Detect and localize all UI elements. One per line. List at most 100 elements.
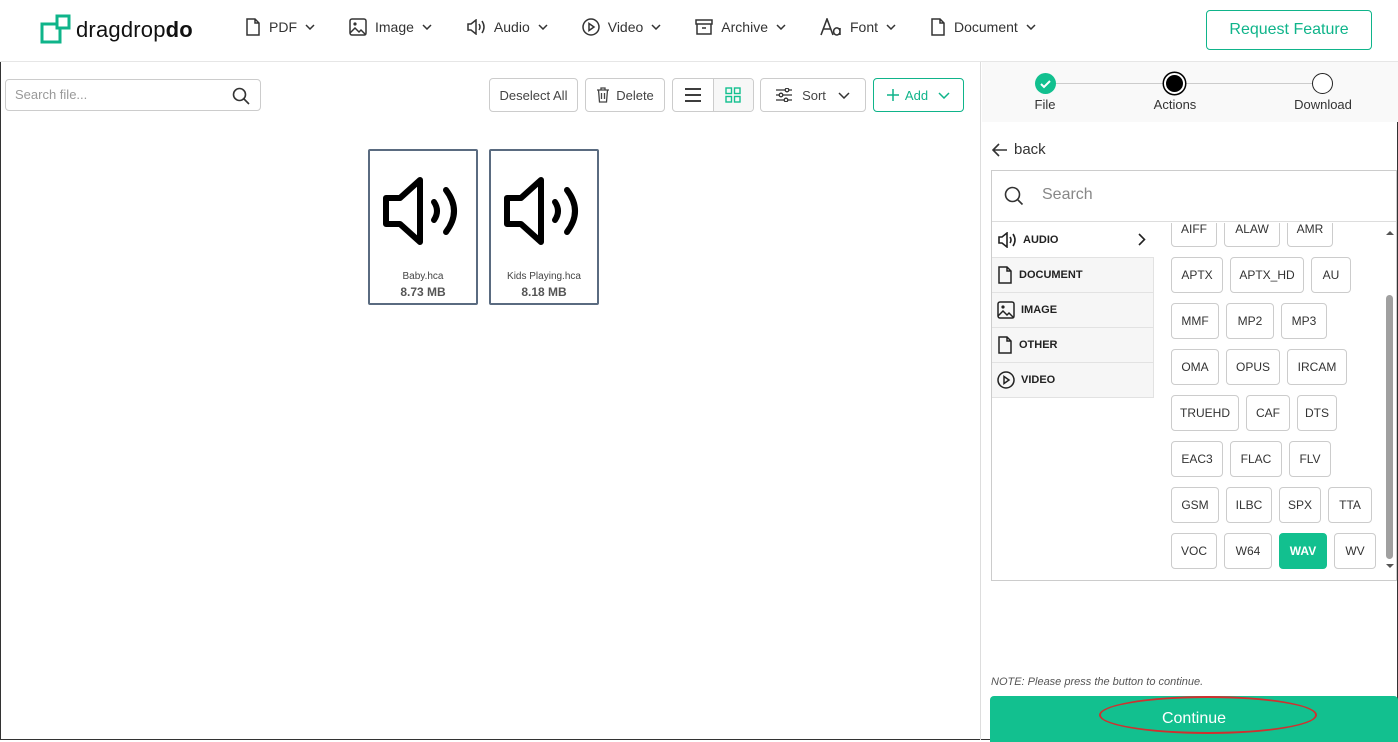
format-option-opus[interactable]: OPUS (1226, 349, 1280, 385)
audio-icon (998, 232, 1016, 248)
nav-archive-label: Archive (721, 19, 768, 35)
format-option-ircam[interactable]: IRCAM (1287, 349, 1347, 385)
category-other[interactable]: OTHER (992, 328, 1154, 363)
search-file-box (5, 79, 261, 111)
nav-document[interactable]: Document (930, 18, 1036, 36)
format-option-gsm[interactable]: GSM (1171, 487, 1219, 523)
grid-icon (725, 87, 741, 103)
nav-video[interactable]: Video (581, 18, 662, 36)
nav-audio[interactable]: Audio (466, 18, 548, 36)
conversion-panel: File Actions Download back AUDIO DOCUMEN… (982, 62, 1398, 742)
format-option-ilbc[interactable]: ILBC (1226, 487, 1272, 523)
format-option-mmf[interactable]: MMF (1171, 303, 1219, 339)
play-icon (997, 371, 1015, 389)
format-option-aiff[interactable]: AIFF (1171, 223, 1217, 247)
format-option-aptx[interactable]: APTX (1171, 257, 1223, 293)
back-label: back (1014, 141, 1046, 158)
format-picker: AUDIO DOCUMENT IMAGE OTHER VIDEO AIFF ALA… (991, 170, 1397, 581)
sort-label: Sort (802, 87, 826, 103)
request-feature-button[interactable]: Request Feature (1206, 10, 1372, 50)
scroll-up-arrow-icon[interactable] (1384, 229, 1396, 237)
search-file-input[interactable] (15, 87, 225, 102)
nav-pdf[interactable]: PDF (245, 18, 315, 36)
delete-button[interactable]: Delete (585, 78, 665, 112)
format-option-voc[interactable]: VOC (1171, 533, 1217, 569)
format-option-flv[interactable]: FLV (1289, 441, 1331, 477)
format-option-mp2[interactable]: MP2 (1226, 303, 1274, 339)
category-image[interactable]: IMAGE (992, 293, 1154, 328)
step-file-done (1035, 73, 1056, 94)
nav-font-label: Font (849, 19, 878, 35)
step-connector (1185, 83, 1313, 84)
continue-button[interactable]: Continue (990, 696, 1398, 742)
chevron-down-icon (651, 24, 661, 30)
category-label: IMAGE (1021, 304, 1058, 316)
category-document[interactable]: DOCUMENT (992, 258, 1154, 293)
format-option-wav[interactable]: WAV (1279, 533, 1327, 569)
file-size: 8.73 MB (400, 285, 446, 299)
trash-icon (597, 87, 610, 103)
category-audio[interactable]: AUDIO (992, 223, 1154, 258)
chevron-down-icon (938, 91, 950, 99)
nav-pdf-label: PDF (269, 19, 297, 35)
image-icon (997, 301, 1015, 319)
step-connector (1055, 83, 1165, 84)
format-search-input[interactable] (1042, 186, 1372, 204)
nav-image[interactable]: Image (349, 18, 432, 36)
grid-view-button[interactable] (712, 79, 753, 111)
add-button[interactable]: Add (873, 78, 964, 112)
format-option-mp3[interactable]: MP3 (1281, 303, 1327, 339)
format-option-flac[interactable]: FLAC (1230, 441, 1282, 477)
scroll-down-arrow-icon[interactable] (1384, 562, 1396, 570)
sort-button[interactable]: Sort (760, 78, 866, 112)
file-card[interactable]: Baby.hca 8.73 MB (368, 149, 478, 305)
format-option-caf[interactable]: CAF (1246, 395, 1290, 431)
chevron-down-icon (538, 24, 548, 30)
file-card[interactable]: Kids Playing.hca 8.18 MB (489, 149, 599, 305)
format-option-au[interactable]: AU (1311, 257, 1351, 293)
format-option-wv[interactable]: WV (1334, 533, 1376, 569)
arrow-left-icon (992, 142, 1007, 157)
format-option-w64[interactable]: W64 (1224, 533, 1272, 569)
category-video[interactable]: VIDEO (992, 363, 1154, 398)
list-view-button[interactable] (673, 79, 713, 111)
format-option-eac3[interactable]: EAC3 (1171, 441, 1223, 477)
format-option-truehd[interactable]: TRUEHD (1171, 395, 1239, 431)
deselect-all-button[interactable]: Deselect All (489, 78, 578, 112)
format-option-amr[interactable]: AMR (1287, 223, 1333, 247)
view-toggle (672, 78, 754, 112)
archive-icon (695, 19, 714, 35)
check-icon (1040, 80, 1051, 89)
audio-file-icon (383, 177, 457, 245)
file-icon (246, 18, 260, 36)
search-icon[interactable] (232, 87, 250, 105)
file-area: Deselect All Delete Sort Add Baby.hca 8.… (0, 62, 981, 740)
play-icon (581, 18, 600, 36)
logo[interactable]: dragdropdo (40, 14, 193, 46)
category-label: DOCUMENT (1019, 269, 1083, 281)
nav-archive[interactable]: Archive (695, 18, 786, 36)
back-link[interactable]: back (992, 141, 1046, 158)
scroll-thumb[interactable] (1386, 295, 1393, 559)
file-name: Baby.hca (402, 271, 444, 282)
format-scrollbar[interactable] (1383, 223, 1395, 580)
category-list: AUDIO DOCUMENT IMAGE OTHER VIDEO (992, 223, 1154, 398)
nav-audio-label: Audio (493, 19, 530, 35)
file-name: Kids Playing.hca (507, 271, 581, 282)
step-label-download: Download (1294, 97, 1352, 112)
audio-icon (467, 19, 485, 35)
file-size: 8.18 MB (521, 285, 567, 299)
image-icon (349, 18, 367, 36)
nav-document-label: Document (954, 19, 1018, 35)
format-option-oma[interactable]: OMA (1171, 349, 1219, 385)
format-option-aptx-hd[interactable]: APTX_HD (1230, 257, 1304, 293)
format-option-alaw[interactable]: ALAW (1224, 223, 1280, 247)
nav-font[interactable]: Font (820, 18, 896, 36)
step-download-pending (1312, 73, 1333, 94)
delete-label: Delete (616, 87, 654, 103)
format-option-spx[interactable]: SPX (1279, 487, 1321, 523)
format-option-dts[interactable]: DTS (1297, 395, 1337, 431)
chevron-down-icon (1026, 24, 1036, 30)
format-option-tta[interactable]: TTA (1328, 487, 1372, 523)
step-label-file: File (1034, 97, 1056, 112)
